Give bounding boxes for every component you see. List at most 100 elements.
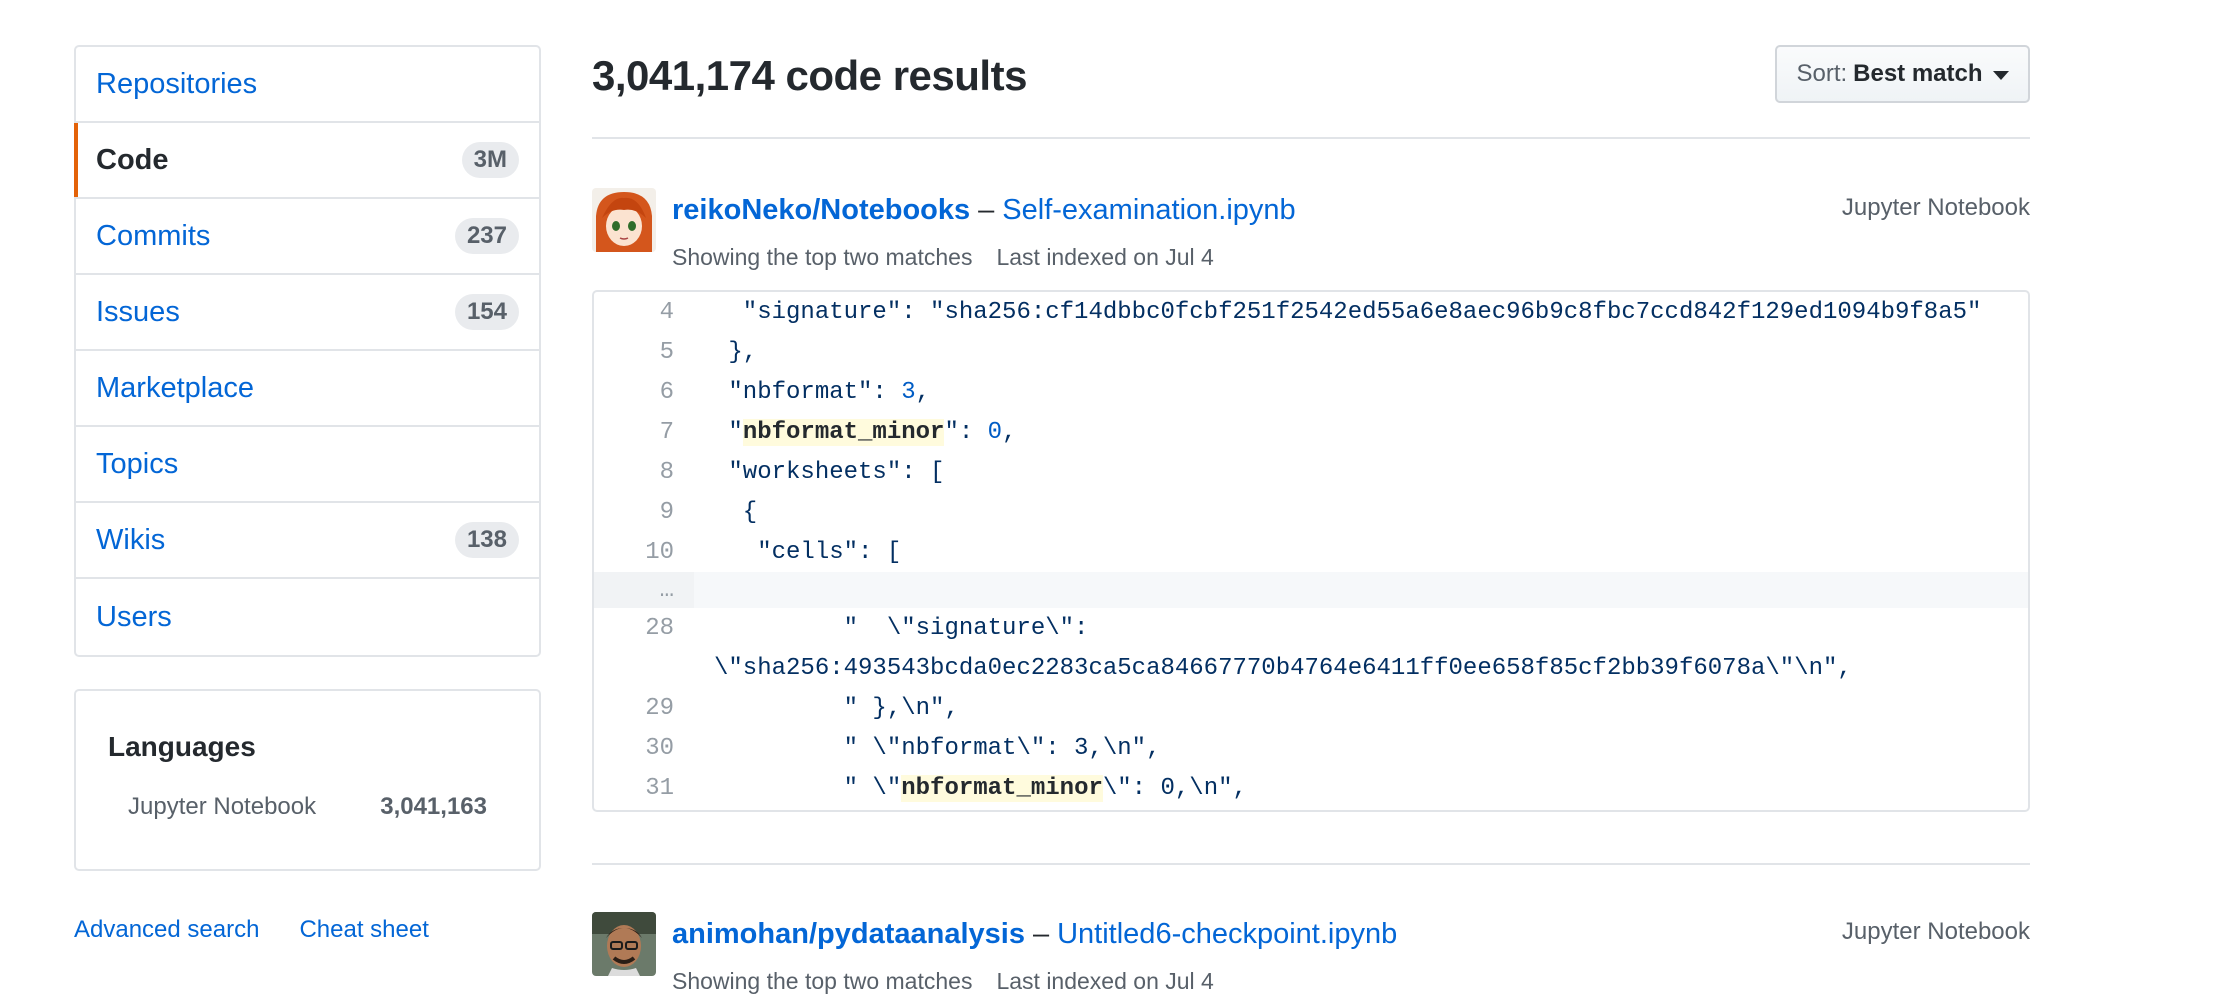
nav-item-code[interactable]: Code 3M <box>74 123 539 199</box>
result-meta: Showing the top two matches Last indexed … <box>672 968 1214 995</box>
code-text: }, <box>714 338 758 366</box>
language-count: 3,041,163 <box>380 793 487 820</box>
nav-item-issues[interactable]: Issues 154 <box>76 275 539 351</box>
code-segment: \": 0,\n", <box>1102 774 1247 802</box>
code-number: 0 <box>987 418 1003 446</box>
code-segment: ": <box>944 418 988 446</box>
code-number: 3 <box>901 378 916 406</box>
code-line: 8 "worksheets": [ <box>594 452 2028 492</box>
code-segment: " <box>714 418 743 446</box>
code-line: 6 "nbformat": 3, <box>594 372 2028 412</box>
separator-dash: – <box>978 194 995 226</box>
nav-item-users[interactable]: Users <box>76 579 539 655</box>
code-text: "cells": [ <box>714 538 902 566</box>
languages-heading: Languages <box>108 731 256 762</box>
sort-dropdown-button[interactable]: Sort: Best match <box>1775 45 2030 103</box>
result-heading: animohan/pydataanalysis – Untitled6-checkp… <box>672 918 1397 951</box>
nav-item-wikis[interactable]: Wikis 138 <box>76 503 539 579</box>
nav-item-label: Repositories <box>96 67 258 100</box>
code-text: " \"signature\": <box>714 614 1089 642</box>
code-text: "nbformat_minor": 0, <box>694 418 1017 446</box>
code-text: "worksheets": [ <box>714 458 945 486</box>
results-count-heading: 3,041,174 code results <box>592 52 1027 99</box>
language-filter-jupyter-notebook[interactable]: Jupyter Notebook 3,041,163 <box>108 793 507 821</box>
line-number[interactable]: 28 <box>594 615 694 642</box>
code-line: 30 " \"nbformat\": 3,\n", <box>594 728 2028 768</box>
repo-link[interactable]: animohan/pydataanalysis <box>672 918 1025 950</box>
nav-item-topics[interactable]: Topics <box>76 427 539 503</box>
line-number[interactable]: 10 <box>594 539 694 566</box>
indexed-date: Last indexed on Jul 4 <box>996 968 1214 994</box>
code-line: 9 { <box>594 492 2028 532</box>
code-line: 5 }, <box>594 332 2028 372</box>
match-highlight: nbformat_minor <box>901 774 1103 802</box>
code-line: 7 "nbformat_minor": 0, <box>594 412 2028 452</box>
result-language: Jupyter Notebook <box>1841 918 2030 945</box>
nav-item-label: Commits <box>96 219 211 252</box>
code-text: " },\n", <box>714 694 959 722</box>
line-number[interactable]: 5 <box>594 339 694 366</box>
code-line: 29 " },\n", <box>594 688 2028 728</box>
count-badge: 138 <box>454 521 519 559</box>
line-number[interactable]: 6 <box>594 379 694 406</box>
code-line: 10 "cells": [ <box>594 532 2028 572</box>
code-line: 28 " \"signature\": <box>594 608 2028 648</box>
nav-item-marketplace[interactable]: Marketplace <box>76 351 539 427</box>
line-number[interactable]: 7 <box>594 419 694 446</box>
code-text: " \"nbformat_minor\": 0,\n", <box>694 774 1247 802</box>
anime-avatar-icon <box>592 188 656 252</box>
ellipsis-icon: … <box>594 572 694 608</box>
divider <box>592 863 2030 865</box>
code-segment: , <box>915 378 931 406</box>
line-number[interactable]: 4 <box>594 299 694 326</box>
nav-item-commits[interactable]: Commits 237 <box>76 199 539 275</box>
repo-owner-avatar[interactable] <box>592 912 656 976</box>
sort-prefix-label: Sort: <box>1796 60 1848 87</box>
matches-note: Showing the top two matches <box>672 968 973 994</box>
line-number[interactable]: 30 <box>594 735 694 762</box>
code-text: "signature": "sha256:cf14dbbc0fcbf251f25… <box>714 298 1982 326</box>
code-text: \"sha256:493543bcda0ec2283ca5ca84667770b… <box>714 654 1852 682</box>
code-text: " \"nbformat\": 3,\n", <box>714 734 1161 762</box>
count-badge: 154 <box>454 293 519 331</box>
code-segment: "nbformat": <box>714 378 902 406</box>
sidebar-footer-links: Advanced search Cheat sheet <box>74 916 429 944</box>
code-line: 31 " \"nbformat_minor\": 0,\n", <box>594 768 2028 808</box>
line-number[interactable]: 9 <box>594 499 694 526</box>
line-number[interactable]: 31 <box>594 775 694 802</box>
file-link[interactable]: Self-examination.ipynb <box>1002 194 1295 226</box>
line-number[interactable]: 8 <box>594 459 694 486</box>
count-badge: 3M <box>461 141 519 179</box>
line-number[interactable]: 29 <box>594 695 694 722</box>
code-gap-divider: … <box>594 572 2028 608</box>
code-text: "nbformat": 3, <box>694 379 930 406</box>
languages-panel: Languages Jupyter Notebook 3,041,163 <box>74 689 541 871</box>
repo-owner-avatar[interactable] <box>592 188 656 252</box>
nav-item-label: Issues <box>96 295 180 328</box>
result-meta: Showing the top two matches Last indexed … <box>672 244 1214 271</box>
code-segment: , <box>1002 418 1017 446</box>
nav-item-label: Code <box>96 143 169 176</box>
code-text: { <box>714 498 758 526</box>
nav-item-label: Marketplace <box>96 371 254 404</box>
code-segment: " \" <box>714 774 902 802</box>
repo-link[interactable]: reikoNeko/Notebooks <box>672 194 970 226</box>
code-line-wrapped: \"sha256:493543bcda0ec2283ca5ca84667770b… <box>594 648 2028 688</box>
indexed-date: Last indexed on Jul 4 <box>996 244 1214 270</box>
file-link[interactable]: Untitled6-checkpoint.ipynb <box>1057 918 1397 950</box>
advanced-search-link[interactable]: Advanced search <box>74 916 259 944</box>
caret-down-icon <box>1992 71 2009 80</box>
nav-item-repositories[interactable]: Repositories <box>76 47 539 123</box>
nav-item-label: Wikis <box>96 523 166 556</box>
result-language: Jupyter Notebook <box>1841 194 2030 221</box>
separator-dash: – <box>1032 918 1050 950</box>
match-highlight: nbformat_minor <box>742 418 945 446</box>
code-line: 4 "signature": "sha256:cf14dbbc0fcbf251f… <box>594 292 2028 332</box>
cheat-sheet-link[interactable]: Cheat sheet <box>299 916 428 944</box>
photo-avatar-icon <box>592 912 656 976</box>
matches-note: Showing the top two matches <box>672 244 973 270</box>
count-badge: 237 <box>454 217 519 255</box>
nav-item-label: Topics <box>96 447 179 480</box>
language-name: Jupyter Notebook <box>128 793 317 820</box>
nav-item-label: Users <box>96 600 172 633</box>
